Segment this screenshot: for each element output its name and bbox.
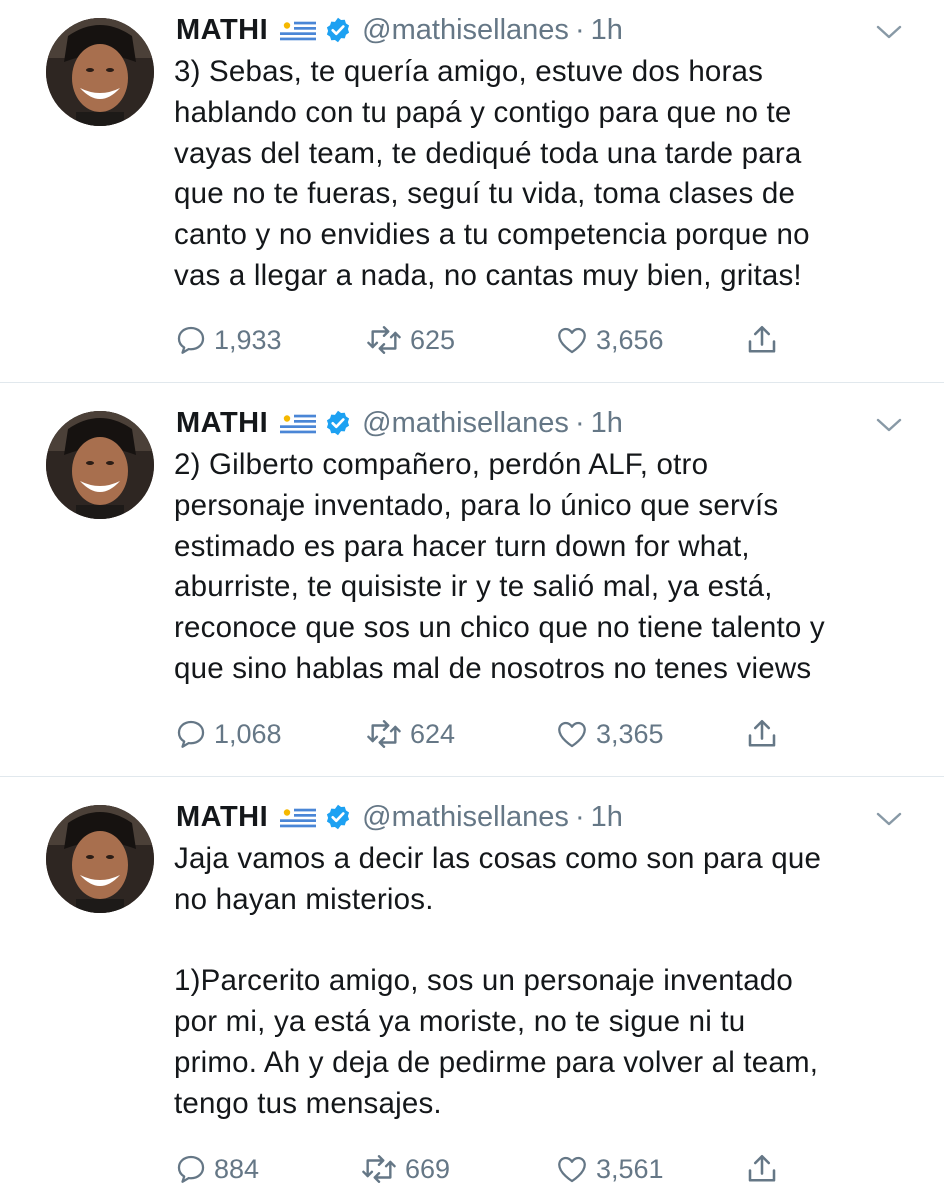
reply-icon (177, 1155, 205, 1183)
reply-count: 1,068 (214, 718, 282, 749)
reply-button[interactable]: 1,068 (174, 714, 282, 754)
display-name[interactable]: MATHI (176, 407, 268, 440)
uruguay-flag-icon (280, 411, 317, 436)
verified-badge-icon (324, 803, 352, 831)
avatar[interactable] (46, 411, 154, 519)
reply-icon (177, 720, 205, 748)
verified-badge-icon (324, 409, 352, 437)
retweet-icon (367, 326, 401, 354)
share-button[interactable] (744, 1149, 780, 1189)
like-count: 3,561 (596, 1153, 664, 1184)
retweet-count: 624 (410, 718, 456, 749)
reply-count: 884 (214, 1153, 260, 1184)
display-name[interactable]: MATHI (176, 801, 268, 834)
like-button[interactable]: 3,561 (554, 1149, 664, 1189)
reply-icon (177, 326, 205, 354)
separator-dot: · (574, 800, 585, 833)
heart-icon (558, 327, 586, 354)
display-name[interactable]: MATHI (176, 14, 268, 47)
heart-icon (558, 721, 586, 748)
avatar[interactable] (46, 805, 154, 913)
retweet-button[interactable]: 624 (364, 714, 455, 754)
tweet-actions: 884 669 3,561 (174, 1149, 814, 1189)
share-icon (748, 1154, 776, 1182)
tweet-header: MATHI @mathisellanes · 1h (176, 10, 623, 50)
retweet-count: 625 (410, 324, 456, 355)
share-icon (748, 325, 776, 353)
retweet-button[interactable]: 625 (364, 320, 455, 360)
retweet-button[interactable]: 669 (359, 1149, 450, 1189)
reply-button[interactable]: 884 (174, 1149, 259, 1189)
separator-dot: · (574, 13, 585, 46)
separator-dot: · (574, 406, 585, 439)
share-icon (748, 719, 776, 747)
tweet-text: 2) Gilberto compañero, perdón ALF, otro … (174, 448, 825, 685)
heart-icon (558, 1156, 586, 1183)
tweet-actions: 1,068 624 3,365 (174, 714, 814, 754)
reply-count: 1,933 (214, 324, 282, 355)
retweet-icon (362, 1155, 396, 1183)
tweet-2[interactable]: MATHI @mathisellanes · 1h 2) Gilberto co… (0, 383, 944, 776)
like-button[interactable]: 3,365 (554, 714, 664, 754)
chevron-down-icon[interactable] (874, 415, 904, 435)
tweet-text: Jaja vamos a decir las cosas como son pa… (174, 842, 822, 1120)
tweet-feed: MATHI @mathisellanes · 1h 3) Sebas, te q… (0, 0, 944, 1200)
tweet-1[interactable]: MATHI @mathisellanes · 1h Jaja vamos a d… (0, 777, 944, 1200)
tweet-actions: 1,933 625 3,656 (174, 320, 814, 360)
retweet-icon (367, 720, 401, 748)
share-button[interactable] (744, 320, 780, 360)
like-count: 3,656 (596, 324, 664, 355)
uruguay-flag-icon (280, 805, 317, 830)
verified-badge-icon (324, 16, 352, 44)
handle[interactable]: @mathisellanes (362, 407, 569, 440)
timestamp[interactable]: 1h (591, 801, 623, 834)
avatar[interactable] (46, 18, 154, 126)
like-button[interactable]: 3,656 (554, 320, 664, 360)
tweet-header: MATHI @mathisellanes · 1h (176, 403, 623, 443)
retweet-count: 669 (405, 1153, 451, 1184)
like-count: 3,365 (596, 718, 664, 749)
share-button[interactable] (744, 714, 780, 754)
tweet-3[interactable]: MATHI @mathisellanes · 1h 3) Sebas, te q… (0, 0, 944, 382)
timestamp[interactable]: 1h (591, 407, 623, 440)
chevron-down-icon[interactable] (874, 809, 904, 829)
chevron-down-icon[interactable] (874, 22, 904, 42)
handle[interactable]: @mathisellanes (362, 801, 569, 834)
tweet-text: 3) Sebas, te quería amigo, estuve dos ho… (174, 55, 810, 292)
timestamp[interactable]: 1h (591, 14, 623, 47)
handle[interactable]: @mathisellanes (362, 14, 569, 47)
tweet-header: MATHI @mathisellanes · 1h (176, 797, 623, 837)
reply-button[interactable]: 1,933 (174, 320, 282, 360)
uruguay-flag-icon (280, 18, 317, 43)
